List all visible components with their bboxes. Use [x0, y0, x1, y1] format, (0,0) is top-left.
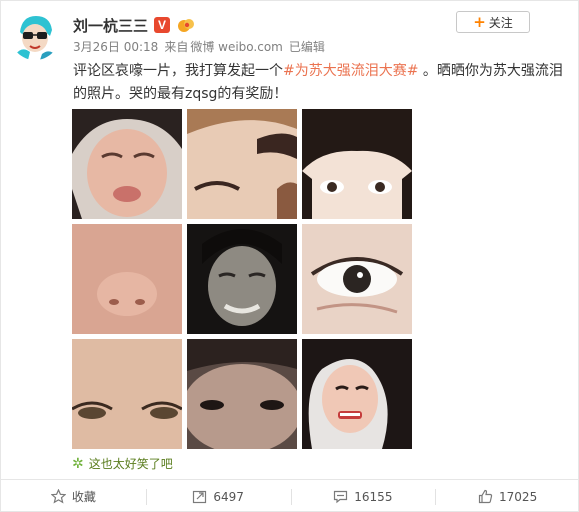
like-button[interactable]: 17025 [435, 480, 579, 512]
favorite-button[interactable]: 收藏 [1, 480, 146, 512]
repost-icon [193, 490, 207, 504]
name-row: 刘一杭三三 V [73, 14, 196, 36]
plus-icon: + [473, 12, 486, 31]
photo-4[interactable] [72, 224, 182, 334]
photo-8[interactable] [187, 339, 297, 449]
follow-button[interactable]: + 关注 [456, 11, 530, 33]
repost-count: 6497 [213, 489, 244, 504]
edited-label: 已编辑 [288, 40, 325, 54]
weibo-post-card: 刘一杭三三 V + 关注 3月26日 00:18 来自 微博 weibo.com… [0, 0, 579, 512]
like-count: 17025 [499, 489, 538, 504]
hashtag-link[interactable]: #为苏大强流泪大赛# [283, 63, 418, 79]
photo-2[interactable] [187, 109, 297, 219]
photo-1[interactable] [72, 109, 182, 219]
post-text: 评论区哀嚎一片，我打算发起一个#为苏大强流泪大赛# 。晒晒你为苏大强流泪的照片。… [73, 60, 573, 106]
post-source[interactable]: 微博 weibo.com [190, 38, 283, 55]
comment-count: 16155 [354, 489, 393, 504]
photo-6[interactable] [302, 224, 412, 334]
photo-grid [72, 109, 412, 449]
comment-preview-text: 这也太好笑了吧 [88, 457, 173, 471]
star-icon [50, 489, 66, 504]
thumbs-up-icon [478, 489, 493, 504]
action-bar: 收藏 6497 16155 17025 [1, 480, 579, 512]
photo-5[interactable] [187, 224, 297, 334]
member-badge-icon[interactable] [176, 17, 196, 33]
username[interactable]: 刘一杭三三 [73, 15, 148, 36]
post-time[interactable]: 3月26日 00:18 [73, 38, 158, 55]
post-meta: 3月26日 00:18 来自 微博 weibo.com 已编辑 [73, 38, 325, 55]
comment-preview[interactable]: ✲ 这也太好笑了吧 [72, 455, 173, 472]
verified-badge-icon[interactable]: V [154, 17, 171, 33]
repost-button[interactable]: 6497 [145, 480, 291, 512]
photo-7[interactable] [72, 339, 182, 449]
photo-3[interactable] [302, 109, 412, 219]
avatar[interactable] [10, 10, 60, 60]
comment-icon [334, 490, 348, 504]
follow-button-label: 关注 [488, 15, 513, 30]
sparkle-icon: ✲ [72, 455, 84, 472]
post-text-before: 评论区哀嚎一片，我打算发起一个 [73, 63, 283, 79]
favorite-label: 收藏 [71, 490, 96, 504]
source-prefix: 来自 [164, 40, 189, 54]
comment-button[interactable]: 16155 [290, 480, 436, 512]
photo-9[interactable] [302, 339, 412, 449]
